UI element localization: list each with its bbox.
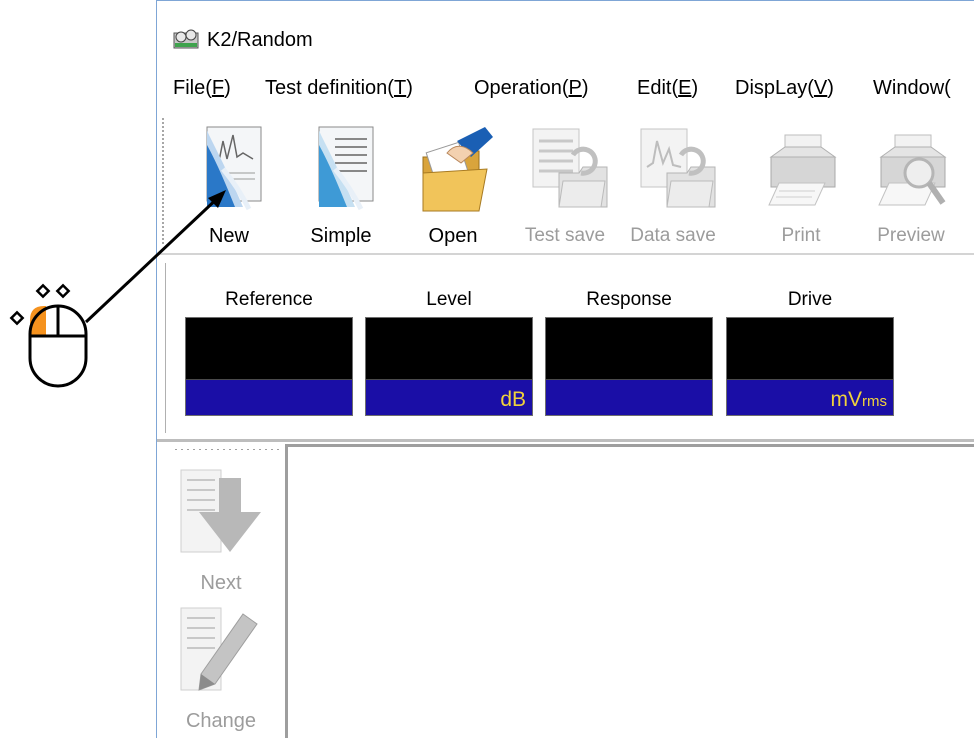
simple-button[interactable]: Simple bbox=[293, 117, 389, 251]
open-label: Open bbox=[428, 225, 478, 247]
meter-drive-value bbox=[727, 318, 893, 379]
new-document-icon bbox=[206, 126, 262, 211]
meter-drive-bar: mVrms bbox=[727, 379, 893, 415]
toolbar: New Simple Open Test save Data save Prin… bbox=[157, 111, 974, 255]
k2-app-icon bbox=[173, 29, 199, 49]
test-save-button[interactable]: Test save bbox=[517, 117, 613, 251]
title-bar: K2/Random bbox=[157, 1, 974, 65]
preview-label: Preview bbox=[877, 225, 945, 246]
menu-window[interactable]: Window( bbox=[873, 77, 951, 100]
open-folder-icon bbox=[422, 127, 493, 212]
meter-reference-bar bbox=[186, 379, 352, 415]
meter-panel-grip[interactable] bbox=[165, 263, 168, 433]
test-save-icon bbox=[532, 128, 608, 208]
app-window: K2/Random File(F) Test definition(T) Ope… bbox=[156, 0, 974, 738]
next-label: Next bbox=[200, 572, 242, 594]
meter-title-response: Response bbox=[586, 289, 672, 310]
meter-panel: Reference Level dB Response Drive mVrms bbox=[157, 257, 974, 441]
printer-icon bbox=[768, 134, 837, 206]
next-arrow-icon bbox=[180, 469, 261, 553]
meter-response-bar bbox=[546, 379, 712, 415]
meter-level: dB bbox=[365, 317, 533, 416]
change-button[interactable]: Change bbox=[175, 606, 267, 736]
window-title: K2/Random bbox=[207, 29, 313, 51]
new-button[interactable]: New bbox=[181, 117, 277, 251]
data-save-button[interactable]: Data save bbox=[625, 117, 721, 251]
meter-response-value bbox=[546, 318, 712, 379]
meter-level-unit: dB bbox=[500, 388, 526, 411]
side-panel-grip[interactable] bbox=[173, 448, 279, 451]
print-label: Print bbox=[781, 225, 821, 246]
meter-drive-unit: mVrms bbox=[830, 388, 888, 411]
menu-test-definition[interactable]: Test definition(T) bbox=[265, 77, 413, 100]
menu-display[interactable]: DispLay(V) bbox=[735, 77, 834, 100]
next-button[interactable]: Next bbox=[175, 468, 267, 598]
menu-file[interactable]: File(F) bbox=[173, 77, 231, 100]
data-save-label: Data save bbox=[630, 225, 716, 246]
new-label: New bbox=[208, 225, 249, 247]
print-preview-icon bbox=[878, 134, 947, 206]
simple-label: Simple bbox=[310, 225, 372, 247]
test-save-label: Test save bbox=[524, 225, 606, 246]
meter-response bbox=[545, 317, 713, 416]
meter-title-drive: Drive bbox=[787, 289, 833, 310]
side-panel: Next Change bbox=[157, 442, 285, 738]
menu-operation[interactable]: Operation(P) bbox=[474, 77, 589, 100]
menu-bar: File(F) Test definition(T) Operation(P) … bbox=[157, 75, 974, 107]
meter-reference bbox=[185, 317, 353, 416]
preview-button[interactable]: Preview bbox=[863, 117, 959, 251]
meter-reference-value bbox=[186, 318, 352, 379]
change-pencil-icon bbox=[180, 607, 258, 691]
workspace-area[interactable] bbox=[285, 444, 974, 738]
meter-level-bar: dB bbox=[366, 379, 532, 415]
meter-title-reference: Reference bbox=[225, 289, 313, 310]
toolbar-grip[interactable] bbox=[161, 117, 165, 245]
meter-title-level: Level bbox=[426, 289, 472, 310]
simple-document-icon bbox=[318, 126, 374, 211]
meter-drive: mVrms bbox=[726, 317, 894, 416]
menu-edit[interactable]: Edit(E) bbox=[637, 77, 698, 100]
data-save-icon bbox=[640, 128, 716, 208]
meter-level-value bbox=[366, 318, 532, 379]
change-label: Change bbox=[185, 710, 257, 732]
mouse-left-click-icon bbox=[9, 283, 88, 388]
print-button[interactable]: Print bbox=[753, 117, 849, 251]
open-button[interactable]: Open bbox=[405, 117, 501, 251]
